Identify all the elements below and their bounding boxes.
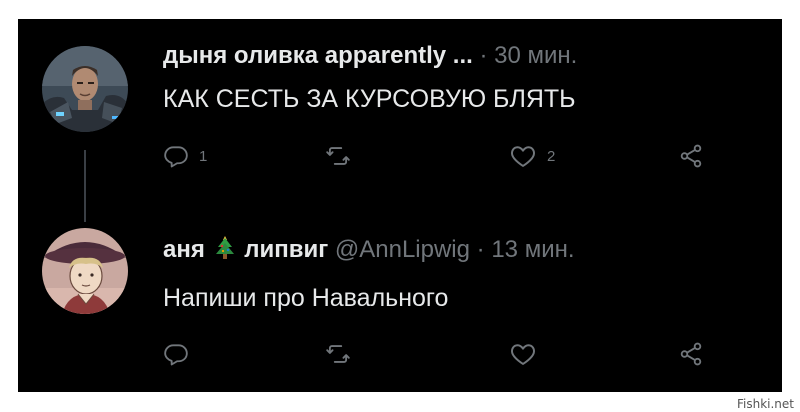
reply-icon <box>164 146 188 168</box>
avatar[interactable] <box>42 46 128 132</box>
reply-button[interactable]: 1 <box>163 141 207 171</box>
avatar[interactable] <box>42 228 128 314</box>
tweet-text: Напиши про Навального <box>163 284 449 312</box>
tweet-text: КАК СЕСТЬ ЗА КУРСОВУЮ БЛЯТЬ <box>163 85 576 113</box>
christmas-tree-icon <box>215 236 234 259</box>
tweet-header: дыня оливка apparently ... · 30 мин. <box>163 41 577 71</box>
reply-button[interactable] <box>163 339 199 369</box>
tweet-actions <box>163 339 723 369</box>
heart-icon <box>511 344 535 365</box>
watermark: Fishki.net <box>736 397 794 411</box>
retweet-icon <box>326 345 350 363</box>
separator-dot: · <box>479 42 488 69</box>
like-button[interactable] <box>509 339 547 369</box>
heart-icon <box>511 146 535 167</box>
retweet-button[interactable] <box>325 141 361 171</box>
share-button[interactable] <box>678 339 704 369</box>
armored-soldier-avatar-icon <box>42 46 128 132</box>
timestamp[interactable]: 13 мин. <box>491 236 574 263</box>
separator-dot: · <box>476 236 485 263</box>
author-handle[interactable]: @AnnLipwig <box>335 236 470 263</box>
reply-count: 1 <box>199 147 208 165</box>
reply-icon <box>164 344 188 366</box>
retweet-button[interactable] <box>325 339 361 369</box>
author-name-part: липвиг <box>244 236 329 263</box>
author-name[interactable]: дыня оливка apparently ... <box>163 42 473 69</box>
tweet-header: аня липвиг @AnnLipwig · 13 мин. <box>163 235 575 265</box>
share-icon <box>680 144 702 168</box>
tweet-thread: дыня оливка apparently ... · 30 мин. КАК… <box>18 19 782 392</box>
share-button[interactable] <box>678 141 704 171</box>
retweet-icon <box>326 147 350 165</box>
timestamp[interactable]: 30 мин. <box>494 42 577 69</box>
share-icon <box>680 342 702 366</box>
author-name-part: аня <box>163 236 205 263</box>
tweet-actions: 1 2 <box>163 141 723 171</box>
like-count: 2 <box>547 147 556 165</box>
author-name[interactable]: аня липвиг <box>163 236 328 263</box>
like-button[interactable]: 2 <box>509 141 555 171</box>
drawn-character-with-hat-avatar-icon <box>42 228 128 314</box>
thread-connector-line <box>84 150 86 222</box>
